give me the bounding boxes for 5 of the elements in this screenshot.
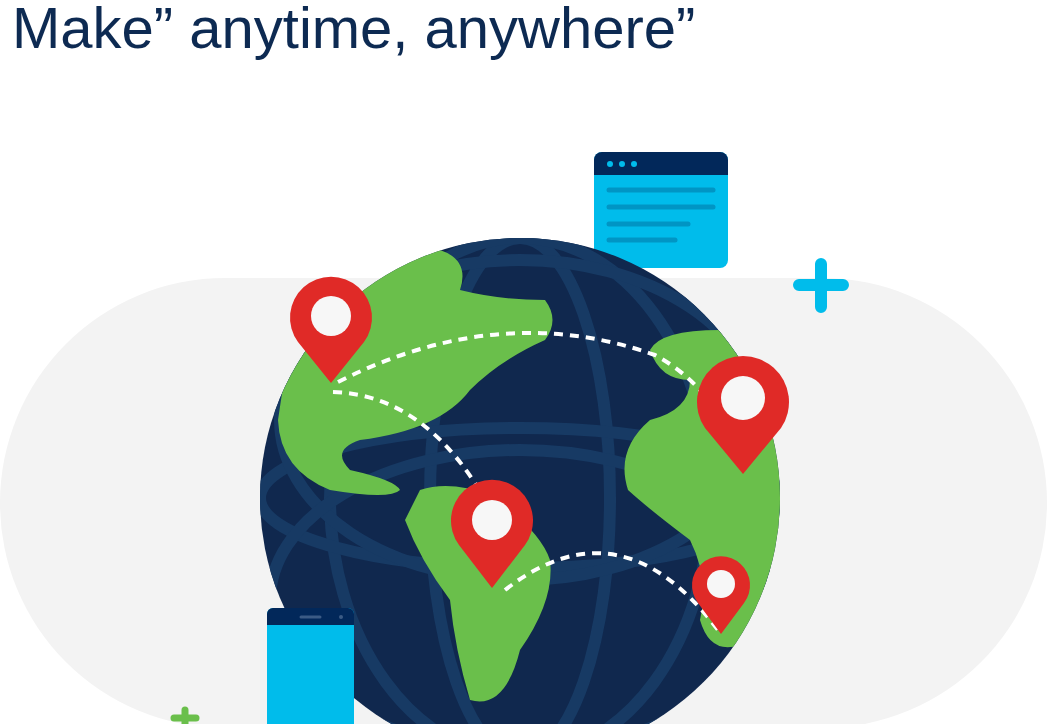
map-pin-icon [697, 356, 789, 474]
plus-icon [793, 258, 849, 313]
map-pin-icon [692, 556, 750, 634]
plus-icon [170, 706, 200, 724]
map-pin-icon [451, 479, 533, 588]
